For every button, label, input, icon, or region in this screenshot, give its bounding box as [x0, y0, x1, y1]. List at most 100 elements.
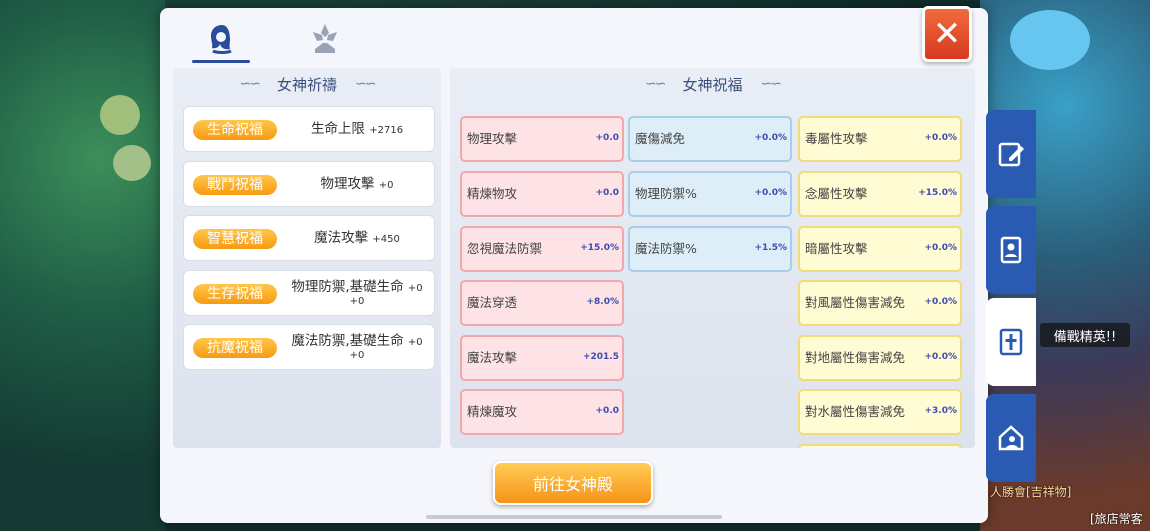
chat-text: [旅店常客 [1090, 512, 1143, 526]
blessing-cell: 忽視魔法防禦 +15.0% [460, 226, 624, 272]
blessing-value: +0.0% [754, 188, 787, 198]
blessing-cell: 對地屬性傷害減免 +0.0% [798, 335, 962, 381]
tab-crystal[interactable] [295, 16, 355, 62]
stat-label: 物理防禦,基礎生命 [291, 278, 404, 295]
contact-book-icon [1000, 236, 1022, 264]
prayer-badge: 戰鬥祝福 [193, 174, 277, 195]
blessing-value: +0.0% [924, 243, 957, 253]
active-tab-indicator [192, 60, 250, 63]
stat-value: +0 [378, 179, 394, 191]
ornament-icon: ∽∽ [645, 76, 667, 92]
blessing-value: +0.0% [754, 133, 787, 143]
blessing-label: 精煉物攻 [467, 185, 518, 201]
ornament-icon: ∽∽ [760, 76, 783, 92]
goddess-blessing-panel: ∽∽ 女神祝福 ∽∽ 物理攻擊 +0.0 精煉物攻 +0.0 忽視魔法防禦 +15.0… [450, 68, 975, 448]
side-tab-blessing[interactable] [986, 298, 1036, 386]
crystal-emblem-icon [313, 24, 337, 53]
prayer-row: 生命祝福 生命上限 +2716 [183, 106, 435, 152]
close-icon: ✕ [932, 14, 962, 54]
stat-value: +2716 [369, 125, 404, 137]
blessing-cell: 物理攻擊 +0.0 [460, 116, 624, 162]
creature-sprite [113, 145, 151, 181]
blessing-label: 對風屬性傷害減免 [805, 294, 906, 310]
stat-value: +450 [372, 234, 400, 246]
blessing-value: +0.0 [595, 133, 619, 143]
prayer-list: 生命祝福 生命上限 +2716 戰鬥祝福 物理攻擊 +0 智慧祝福 魔法攻擊 +… [183, 106, 435, 379]
blessing-cell: 對水屬性傷害減免 +3.0% [798, 389, 962, 435]
blessing-label: 暗屬性攻擊 [805, 240, 868, 256]
prayer-row: 智慧祝福 魔法攻擊 +450 [183, 215, 435, 261]
blessing-value: +201.5 [582, 352, 619, 362]
blessing-cell: 暗屬性攻擊 +0.0% [798, 226, 962, 272]
prayer-badge: 生命祝福 [193, 120, 277, 140]
blessing-value: +1.5% [754, 243, 787, 253]
blessing-value: +15.0% [918, 188, 957, 198]
blessing-cell: 精煉物攻 +0.0 [460, 171, 624, 217]
blessing-value: +0.0% [924, 133, 957, 143]
blessing-value: +0.0 [595, 188, 619, 198]
stat-label: 生命上限 [310, 121, 365, 138]
side-tab-guild[interactable] [986, 394, 1036, 482]
blessing-panel-title: 女神祝福 [682, 75, 743, 94]
scrollbar[interactable] [426, 515, 722, 519]
event-banner: 備戰精英!! [1040, 323, 1130, 347]
edit-icon [998, 142, 1024, 167]
blessing-label: 忽視魔法防禦 [467, 240, 543, 256]
blessing-value: +8.0% [586, 297, 619, 307]
stat-value-secondary: +0 [349, 295, 365, 307]
prayer-badge: 智慧祝福 [193, 229, 277, 249]
blessing-label: 魔傷減免 [635, 130, 686, 146]
blessing-label: 毒屬性攻擊 [805, 130, 868, 146]
close-button[interactable]: ✕ [922, 6, 972, 62]
blessing-label: 對水屬性傷害減免 [805, 403, 906, 419]
chat-text: 人勝會[吉祥物] [990, 485, 1072, 499]
blessing-cell: 對風屬性傷害減免 +0.0% [798, 280, 962, 326]
blessing-cell: 魔法穿透 +8.0% [460, 280, 624, 326]
stat-label: 魔法防禦,基礎生命 [291, 333, 404, 350]
prayer-stat: 物理攻擊 +0 [282, 162, 432, 208]
stat-label: 魔法攻擊 [314, 230, 369, 247]
blessing-value: +0.0% [924, 352, 957, 362]
blessing-cell-partial [798, 444, 962, 448]
mushroom-sprite [1010, 10, 1090, 70]
stat-label: 物理攻擊 [320, 175, 375, 192]
prayer-badge: 生存祝福 [193, 283, 277, 304]
blessing-label: 魔法防禦% [635, 240, 697, 256]
blessing-cell: 物理防禦% +0.0% [628, 171, 792, 217]
blessing-panel-header: ∽∽ 女神祝福 ∽∽ [450, 72, 975, 96]
blessing-cell: 毒屬性攻擊 +0.0% [798, 116, 962, 162]
tab-goddess[interactable] [192, 16, 252, 62]
blessing-label: 物理防禦% [635, 185, 697, 201]
stat-value: +0 [407, 337, 423, 349]
side-tab-contacts[interactable] [986, 206, 1036, 294]
blessing-value: +15.0% [580, 243, 619, 253]
blessing-label: 魔法穿透 [467, 294, 518, 310]
goddess-portrait-icon [211, 25, 232, 54]
prayer-stat: 生命上限 +2716 [282, 107, 432, 153]
blessing-label: 魔法攻擊 [467, 349, 518, 365]
prayer-panel-header: ∽∽ 女神祈禱 ∽∽ [173, 72, 441, 96]
side-tab-edit[interactable] [986, 110, 1036, 198]
stat-value: +0 [407, 282, 423, 294]
blessing-label: 對地屬性傷害減免 [805, 349, 906, 365]
prayer-panel-title: 女神祈禱 [276, 75, 337, 94]
prayer-stat: 物理防禦,基礎生命 +0 +0 [282, 271, 432, 317]
guild-house-icon [998, 425, 1024, 451]
prayer-row: 生存祝福 物理防禦,基礎生命 +0 +0 [183, 269, 435, 317]
blessing-value: +0.0 [595, 406, 619, 416]
game-scene-left [0, 0, 165, 531]
blessing-cell: 魔法攻擊 +201.5 [460, 335, 624, 381]
stat-value-secondary: +0 [349, 350, 365, 361]
modal-tab-bar: ✕ [160, 6, 988, 68]
go-to-goddess-temple-button[interactable]: 前往女神殿 [493, 461, 653, 505]
blessing-value: +3.0% [924, 406, 957, 416]
ornament-icon: ∽∽ [355, 76, 377, 92]
ornament-icon: ∽∽ [239, 76, 262, 92]
blessing-cell: 念屬性攻擊 +15.0% [798, 171, 962, 217]
blessing-value: +0.0% [924, 297, 957, 307]
prayer-stat: 魔法防禦,基礎生命 +0 +0 [282, 325, 432, 371]
prayer-row: 抗魔祝福 魔法防禦,基礎生命 +0 +0 [183, 324, 435, 370]
blessing-label: 精煉魔攻 [467, 403, 518, 419]
prayer-row: 戰鬥祝福 物理攻擊 +0 [183, 160, 435, 208]
cross-book-icon [999, 328, 1023, 356]
